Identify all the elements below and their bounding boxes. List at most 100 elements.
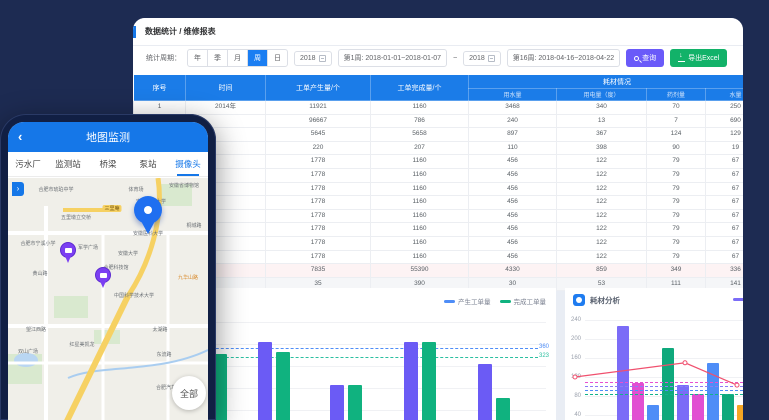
desktop-backdrop: 数据统计 / 维修报表 统计周期： 年季月周日 2018 第1周: 2018-0… bbox=[0, 0, 769, 420]
cell: 1778 bbox=[266, 196, 371, 210]
reference-line bbox=[585, 382, 743, 383]
map-label: 桐城路 bbox=[186, 222, 201, 229]
gridline bbox=[585, 339, 743, 340]
cell: 67 bbox=[706, 223, 744, 237]
cell: 122 bbox=[557, 182, 647, 196]
cell: 1160 bbox=[371, 168, 469, 182]
cell: 79 bbox=[647, 250, 706, 264]
cell: 11921 bbox=[266, 101, 371, 115]
cell: 1778 bbox=[266, 250, 371, 264]
cell: 55390 bbox=[371, 264, 469, 278]
sub-col: 药剂量 bbox=[647, 89, 706, 101]
period-option-月[interactable]: 月 bbox=[227, 50, 247, 66]
cell: 70 bbox=[647, 101, 706, 115]
cell: 340 bbox=[557, 101, 647, 115]
cell: 110 bbox=[469, 141, 557, 155]
cell: 79 bbox=[647, 209, 706, 223]
bar bbox=[617, 326, 629, 420]
table-row: 12177811604561227967 bbox=[134, 250, 744, 264]
end-week-range[interactable]: 第16周: 2018-04-16~2018-04-22 bbox=[507, 49, 620, 67]
map-label: 九华山路 bbox=[178, 274, 198, 281]
phone-tab-桥梁[interactable]: 桥梁 bbox=[88, 152, 128, 176]
period-segmented-control: 年季月周日 bbox=[187, 49, 288, 67]
period-option-日[interactable]: 日 bbox=[267, 50, 287, 66]
end-year-select[interactable]: 2018 bbox=[463, 51, 501, 66]
phone-tab-污水厂[interactable]: 污水厂 bbox=[8, 152, 48, 176]
cell: 7 bbox=[647, 114, 706, 128]
report-card: 数据统计 / 维修报表 统计周期： 年季月周日 2018 第1周: 2018-0… bbox=[133, 18, 743, 281]
breadcrumb-accent bbox=[133, 26, 136, 38]
phone-tab-监测站[interactable]: 监测站 bbox=[48, 152, 88, 176]
bar bbox=[722, 394, 734, 420]
cell: 79 bbox=[647, 196, 706, 210]
bar-产生工单量 bbox=[478, 364, 492, 420]
cell: 240 bbox=[469, 114, 557, 128]
cell: 122 bbox=[557, 223, 647, 237]
cell: 79 bbox=[647, 236, 706, 250]
phone-page-title: 地图监测 bbox=[86, 129, 130, 145]
map-label: 军学广场 bbox=[78, 244, 98, 251]
y-axis-tick: 120 bbox=[565, 374, 581, 380]
camera-pin[interactable] bbox=[95, 267, 113, 289]
sub-col: 用电量（度） bbox=[557, 89, 647, 101]
map-label: 红星美凯龙 bbox=[69, 341, 94, 348]
col-generated: 工单产生量/个 bbox=[266, 75, 371, 101]
cell: 129 bbox=[706, 128, 744, 142]
table-row: 6177811604561227967 bbox=[134, 168, 744, 182]
expand-panel-button[interactable]: › bbox=[12, 182, 24, 196]
map-label: 双山广场 bbox=[18, 348, 38, 355]
cell: 79 bbox=[647, 168, 706, 182]
phone-tab-摄像头[interactable]: 摄像头 bbox=[168, 152, 208, 176]
breadcrumb-text: 数据统计 / 维修报表 bbox=[145, 26, 216, 37]
period-option-年[interactable]: 年 bbox=[188, 50, 207, 66]
phone-screen: ‹ 地图监测 污水厂监测站桥梁泵站摄像头 bbox=[8, 122, 208, 420]
range-separator: ~ bbox=[453, 55, 457, 62]
phone-tab-泵站[interactable]: 泵站 bbox=[128, 152, 168, 176]
cell: 456 bbox=[469, 168, 557, 182]
table-row: 5177811604561227967 bbox=[134, 155, 744, 169]
reference-line bbox=[585, 386, 743, 387]
cell: 3468 bbox=[469, 101, 557, 115]
back-icon[interactable]: ‹ bbox=[18, 122, 22, 152]
map-canvas[interactable]: 合肥市琥珀中学体育场安徽农业大学安徽省博物馆三里庵五里墩立交桥桐城路合肥市宁溪小… bbox=[8, 178, 208, 420]
cell: 1778 bbox=[266, 155, 371, 169]
cell: 456 bbox=[469, 209, 557, 223]
cell: 456 bbox=[469, 155, 557, 169]
y-axis-tick: 240 bbox=[565, 317, 581, 323]
period-option-周[interactable]: 周 bbox=[247, 50, 267, 66]
cell: 1778 bbox=[266, 209, 371, 223]
cell: 5645 bbox=[266, 128, 371, 142]
bar bbox=[737, 405, 743, 420]
cell: 456 bbox=[469, 196, 557, 210]
cell: 1778 bbox=[266, 168, 371, 182]
map-label: 中国科学技术大学 bbox=[114, 292, 154, 299]
sub-col: 用水量 bbox=[469, 89, 557, 101]
table-row: 10177811604561227967 bbox=[134, 223, 744, 237]
bar-产生工单量 bbox=[404, 342, 418, 420]
cell: 1160 bbox=[371, 155, 469, 169]
total-row: 合计7835553904330859349336 bbox=[134, 264, 744, 278]
phone-mockup: ‹ 地图监测 污水厂监测站桥梁泵站摄像头 bbox=[0, 114, 216, 420]
period-option-季[interactable]: 季 bbox=[207, 50, 227, 66]
map-label: 安徽省博物馆 bbox=[169, 182, 199, 189]
search-button[interactable]: 查询 bbox=[626, 49, 664, 67]
export-excel-button[interactable]: 导出Excel bbox=[670, 49, 727, 67]
table-row: 8177811604561227967 bbox=[134, 196, 744, 210]
bar-完成工单量 bbox=[276, 352, 290, 420]
bar bbox=[647, 405, 659, 420]
cell: 207 bbox=[371, 141, 469, 155]
breadcrumb: 数据统计 / 维修报表 bbox=[133, 18, 743, 46]
cell: 67 bbox=[706, 209, 744, 223]
start-week-range[interactable]: 第1周: 2018-01-01~2018-01-07 bbox=[338, 49, 447, 67]
camera-pin[interactable] bbox=[60, 242, 78, 264]
selected-location-pin[interactable] bbox=[132, 196, 166, 240]
bar bbox=[632, 383, 644, 420]
cell: 1160 bbox=[371, 236, 469, 250]
map-label: 合肥市宁溪小学 bbox=[20, 240, 55, 247]
sub-col: 水量 bbox=[706, 89, 744, 101]
start-year-select[interactable]: 2018 bbox=[294, 51, 332, 66]
show-all-button[interactable]: 全部 bbox=[172, 376, 206, 410]
cell: 456 bbox=[469, 250, 557, 264]
cell: 4330 bbox=[469, 264, 557, 278]
cell: 897 bbox=[469, 128, 557, 142]
